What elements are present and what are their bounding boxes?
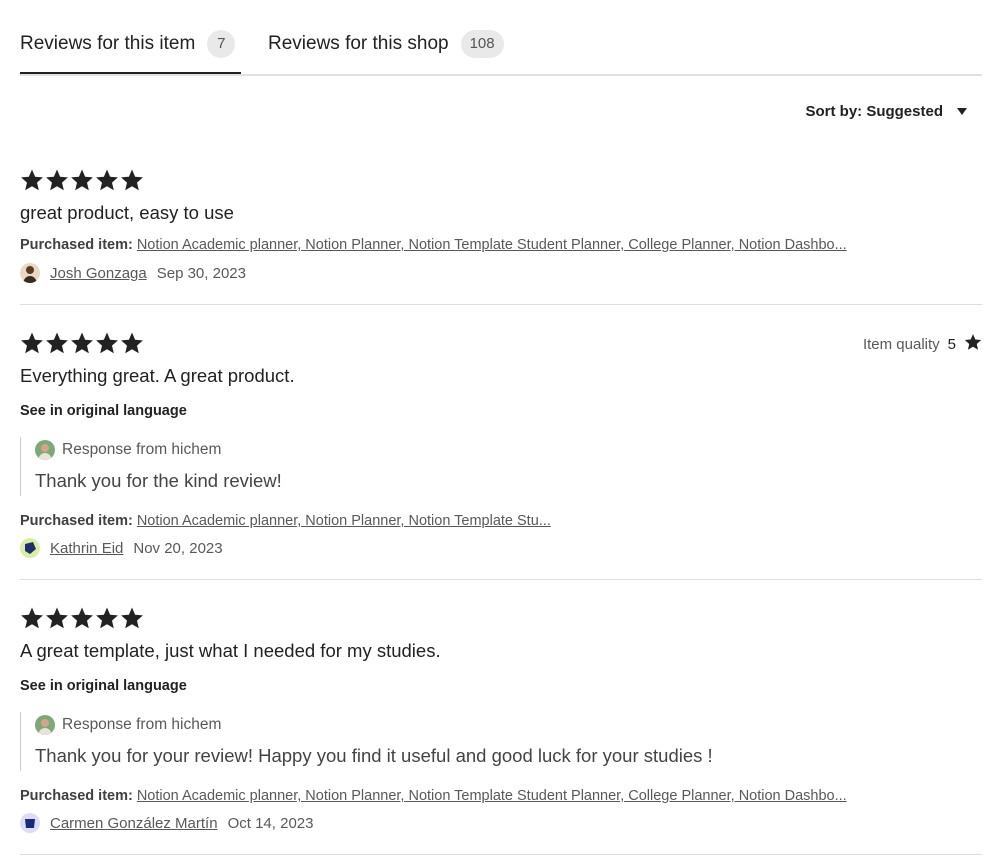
purchased-label: Purchased item: [20, 513, 133, 529]
review-count-badge: 7 [207, 30, 236, 58]
review-date: Oct 14, 2023 [227, 814, 314, 832]
review-date: Sep 30, 2023 [156, 264, 246, 282]
purchased-item: Purchased item: Notion Academic planner, … [20, 788, 950, 804]
star-icon [70, 606, 94, 630]
reviews-panel: Reviews for this item 7 Reviews for this… [0, 0, 1005, 857]
star-icon [45, 606, 69, 630]
star-icon [95, 606, 119, 630]
review-text: Everything great. A great product. [20, 365, 295, 386]
reviewer-name[interactable]: Josh Gonzaga [50, 265, 147, 282]
purchased-label: Purchased item: [20, 237, 133, 253]
review-tabs: Reviews for this item 7 Reviews for this… [20, 20, 982, 76]
purchased-label: Purchased item: [20, 788, 133, 804]
review-item: A great template, just what I needed for… [20, 606, 982, 855]
caret-down-icon [957, 108, 967, 115]
star-rating [20, 331, 144, 355]
reviewer-name[interactable]: Carmen González Martín [50, 815, 218, 832]
seller-response: Response from hichem Thank you for your … [20, 712, 921, 771]
tab-shop-reviews[interactable]: Reviews for this shop 108 [268, 30, 504, 72]
response-header: Response from hichem [35, 715, 221, 735]
star-icon [120, 606, 144, 630]
avatar [35, 440, 55, 460]
star-icon [20, 606, 44, 630]
purchased-item: Purchased item: Notion Academic planner, … [20, 237, 950, 253]
sort-dropdown[interactable]: Sort by: Suggested [805, 103, 967, 120]
response-text: Thank you for your review! Happy you fin… [35, 745, 713, 766]
purchased-item: Purchased item: Notion Academic planner, … [20, 513, 950, 529]
star-icon [120, 331, 144, 355]
star-icon [45, 331, 69, 355]
response-from: Response from hichem [62, 441, 222, 458]
tab-item-reviews[interactable]: Reviews for this item 7 [20, 30, 241, 74]
star-icon [20, 168, 44, 192]
star-icon [95, 331, 119, 355]
response-text: Thank you for the kind review! [35, 470, 282, 491]
item-quality-label: Item quality [862, 335, 940, 353]
star-icon [45, 168, 69, 192]
review-count-badge: 108 [460, 30, 504, 58]
tab-label: Reviews for this item [20, 33, 196, 54]
item-quality-rating: Item quality 5 [863, 333, 982, 355]
item-quality-value: 5 [947, 335, 956, 353]
reviewer-meta: Carmen González Martín Oct 14, 2023 [20, 813, 313, 833]
see-original-language-button[interactable]: See in original language [20, 678, 187, 694]
review-text: A great template, just what I needed for… [20, 640, 441, 661]
avatar[interactable] [20, 813, 40, 833]
purchased-item-link[interactable]: Notion Academic planner, Notion Planner,… [137, 513, 551, 529]
purchased-item-link[interactable]: Notion Academic planner, Notion Planner,… [137, 237, 847, 253]
review-date: Nov 20, 2023 [133, 539, 223, 557]
see-original-language-button[interactable]: See in original language [20, 403, 187, 419]
review-text: great product, easy to use [20, 202, 234, 223]
avatar[interactable] [20, 538, 40, 558]
review-item: Item quality 5 Everything great. A great… [20, 331, 982, 580]
star-icon [20, 331, 44, 355]
star-icon [95, 168, 119, 192]
response-from: Response from hichem [62, 716, 222, 733]
reviewer-name[interactable]: Kathrin Eid [50, 540, 123, 557]
star-icon [70, 331, 94, 355]
star-rating [20, 606, 144, 630]
star-icon [120, 168, 144, 192]
star-icon [964, 333, 982, 355]
reviewer-meta: Kathrin Eid Nov 20, 2023 [20, 538, 223, 558]
reviewer-meta: Josh Gonzaga Sep 30, 2023 [20, 263, 246, 283]
sort-label: Sort by: Suggested [805, 103, 943, 120]
star-rating [20, 168, 144, 192]
star-icon [70, 168, 94, 192]
purchased-item-link[interactable]: Notion Academic planner, Notion Planner,… [137, 788, 847, 804]
review-item: great product, easy to use Purchased ite… [20, 168, 982, 305]
avatar [35, 715, 55, 735]
tab-label: Reviews for this shop [268, 33, 449, 54]
response-header: Response from hichem [35, 440, 221, 460]
avatar[interactable] [20, 263, 40, 283]
seller-response: Response from hichem Thank you for the k… [20, 437, 921, 496]
